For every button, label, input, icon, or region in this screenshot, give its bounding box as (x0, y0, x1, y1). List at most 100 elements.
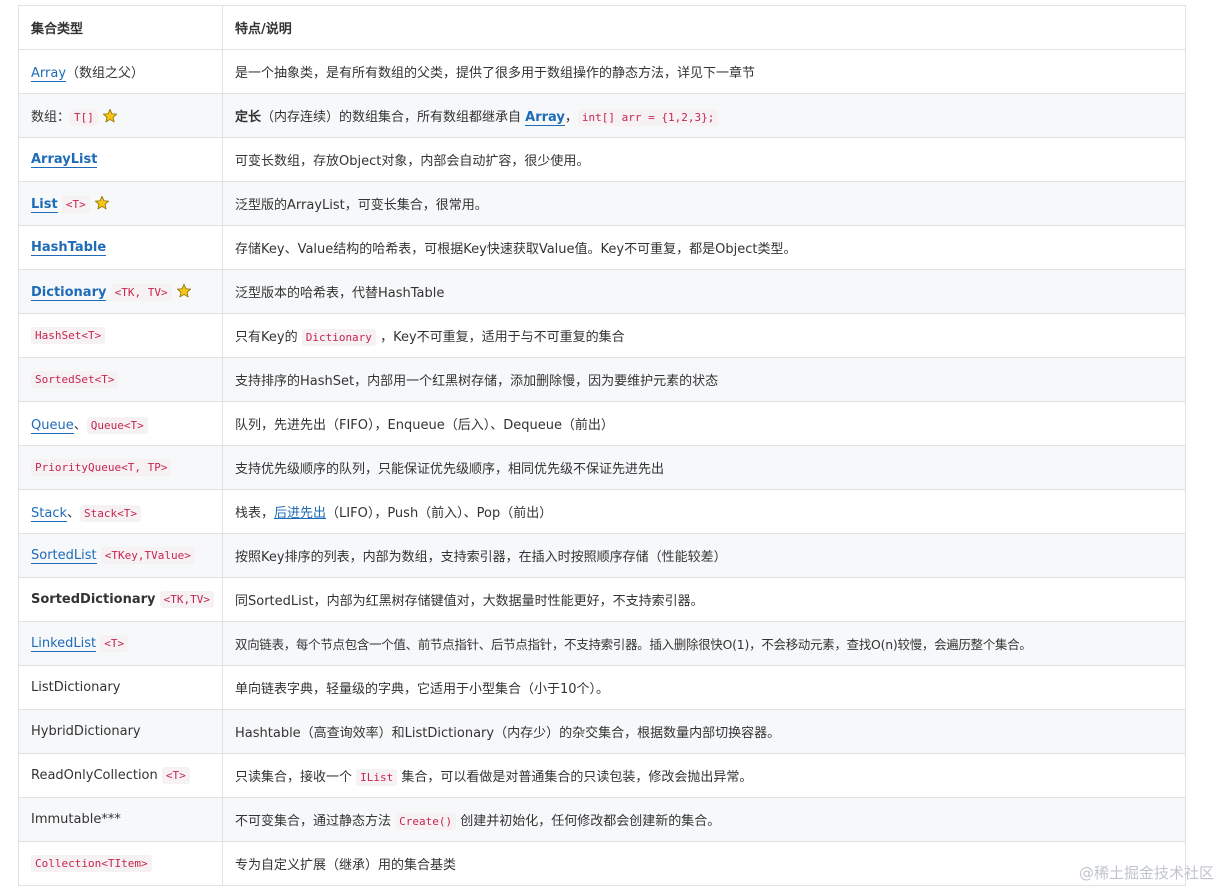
type-cell: LinkedList <T> (18, 621, 223, 666)
desc-code: int[] arr = {1,2,3}; (577, 109, 719, 126)
desc-text: （LIFO），Push（前入）、Pop（前出） (326, 506, 553, 521)
type-cell: Queue、 Queue<T> (18, 401, 223, 446)
desc-cell: 支持排序的HashSet，内部用一个红黑树存储，添加删除慢，因为要维护元素的状态 (222, 357, 1186, 402)
type-cell: ArrayList (18, 137, 223, 182)
desc-text: 创建并初始化，任何修改都会创建新的集合。 (456, 814, 721, 829)
desc-code: Create() (395, 813, 457, 830)
desc-text: （内存连续）的数组集合，所有数组都继承自 (261, 110, 526, 125)
linkedlist-link[interactable]: LinkedList (31, 636, 97, 652)
sortedlist-link[interactable]: SortedList (31, 548, 97, 564)
desc-cell: 只有Key的 Dictionary ，Key不可重复，适用于与不可重复的集合 (222, 313, 1186, 358)
type-code: Queue<T> (86, 417, 148, 434)
table-row: Dictionary <TK, TV> 泛型版本的哈希表，代替HashTable (18, 269, 1186, 314)
type-code: <TK, TV> (110, 284, 172, 301)
desc-text: 只有Key的 (235, 330, 302, 345)
array-inline-link[interactable]: Array (525, 110, 565, 126)
desc-cell: 可变长数组，存放Object对象，内部会自动扩容，很少使用。 (222, 137, 1186, 182)
type-cell: SortedDictionary <TK,TV> (18, 577, 223, 622)
watermark: @稀土掘金技术社区 (1078, 864, 1214, 882)
type-code: <T> (161, 767, 190, 784)
desc-text: 栈表， (235, 506, 275, 521)
desc-text: 不可变集合，通过静态方法 (235, 814, 396, 829)
desc-cell: 专为自定义扩展（继承）用的集合基类 (222, 841, 1186, 886)
desc-cell: 按照Key排序的列表，内部为数组，支持索引器，在插入时按照顺序存储（性能较差） (222, 533, 1186, 578)
table-row: SortedSet<T> 支持排序的HashSet，内部用一个红黑树存储，添加删… (18, 357, 1186, 402)
header-description: 特点/说明 (222, 5, 1186, 50)
type-cell: HashTable (18, 225, 223, 270)
table-row: Queue、 Queue<T> 队列，先进先出（FIFO），Enqueue（后入）… (18, 401, 1186, 446)
type-cell: Immutable*** (18, 797, 223, 842)
table-row: ReadOnlyCollection <T> 只读集合，接收一个 IList 集… (18, 753, 1186, 798)
type-cell: Array（数组之父） (18, 49, 223, 94)
type-cell: List <T> (18, 181, 223, 226)
type-cell: PriorityQueue<T, TP> (18, 445, 223, 490)
star-icon (176, 283, 191, 298)
desc-cell: 泛型版本的哈希表，代替HashTable (222, 269, 1186, 314)
type-cell: HybridDictionary (18, 709, 223, 754)
desc-sep: ， (564, 110, 578, 125)
desc-cell: 是一个抽象类，是有所有数组的父类，提供了很多用于数组操作的静态方法，详见下一章节 (222, 49, 1186, 94)
dictionary-link[interactable]: Dictionary (31, 285, 107, 301)
type-code: <TK,TV> (159, 591, 215, 608)
hashtable-link[interactable]: HashTable (31, 240, 107, 256)
star-icon (102, 108, 117, 123)
desc-cell: 不可变集合，通过静态方法 Create() 创建并初始化，任何修改都会创建新的集… (222, 797, 1186, 842)
desc-cell: 泛型版的ArrayList，可变长集合，很常用。 (222, 181, 1186, 226)
type-cell: HashSet<T> (18, 313, 223, 358)
desc-cell: 只读集合，接收一个 IList 集合，可以看做是对普通集合的只读包装，修改会抛出… (222, 753, 1186, 798)
desc-cell: 同SortedList，内部为红黑树存储键值对，大数据量时性能更好，不支持索引器… (222, 577, 1186, 622)
table-row: SortedDictionary <TK,TV> 同SortedList，内部为… (18, 577, 1186, 622)
table-row: ListDictionary 单向链表字典，轻量级的字典，它适用于小型集合（小于… (18, 665, 1186, 710)
type-code: T[] (70, 109, 98, 126)
desc-text: 集合，可以看做是对普通集合的只读包装，修改会抛出异常。 (397, 770, 753, 785)
list-link[interactable]: List (31, 197, 58, 213)
desc-cell: 存储Key、Value结构的哈希表，可根据Key快速获取Value值。Key不可… (222, 225, 1186, 270)
table-row: Array（数组之父） 是一个抽象类，是有所有数组的父类，提供了很多用于数组操作… (18, 49, 1186, 94)
type-cell: Collection<TItem> (18, 841, 223, 886)
desc-cell: 栈表，后进先出（LIFO），Push（前入）、Pop（前出） (222, 489, 1186, 534)
type-code: <T> (61, 196, 90, 213)
type-code: Stack<T> (80, 505, 141, 522)
table-row: Stack、 Stack<T> 栈表，后进先出（LIFO），Push（前入）、Po… (18, 489, 1186, 534)
array-link[interactable]: Array (31, 66, 67, 82)
type-cell: 数组： T[] (18, 93, 223, 138)
queue-link[interactable]: Queue (31, 418, 74, 434)
desc-text: 只读集合，接收一个 (235, 770, 357, 785)
desc-cell: Hashtable（高查询效率）和ListDictionary（内存少）的杂交集… (222, 709, 1186, 754)
stack-link[interactable]: Stack (31, 506, 67, 522)
desc-code: IList (356, 769, 398, 786)
table-row: List <T> 泛型版的ArrayList，可变长集合，很常用。 (18, 181, 1186, 226)
type-code: HashSet<T> (31, 327, 106, 344)
table-row: PriorityQueue<T, TP> 支持优先级顺序的队列，只能保证优先级顺… (18, 445, 1186, 490)
desc-code: Dictionary (301, 329, 376, 346)
type-name: SortedDictionary (31, 592, 156, 607)
type-sep: 、 (67, 506, 81, 521)
type-cell: Dictionary <TK, TV> (18, 269, 223, 314)
type-code: PriorityQueue<T, TP> (31, 459, 172, 476)
type-cell: Stack、 Stack<T> (18, 489, 223, 534)
table-row: LinkedList <T> 双向链表，每个节点包含一个值、前节点指针、后节点指… (18, 621, 1186, 666)
collections-table: 集合类型 特点/说明 Array（数组之父） 是一个抽象类，是有所有数组的父类，… (18, 5, 1186, 886)
lifo-link[interactable]: 后进先出 (274, 506, 326, 521)
desc-text: ，Key不可重复，适用于与不可重复的集合 (375, 330, 625, 345)
desc-cell: 单向链表字典，轻量级的字典，它适用于小型集合（小于10个）。 (222, 665, 1186, 710)
desc-cell: 队列，先进先出（FIFO），Enqueue（后入）、Dequeue（前出） (222, 401, 1186, 446)
type-prefix: 数组： (31, 110, 71, 125)
table-row: Collection<TItem> 专为自定义扩展（继承）用的集合基类 (18, 841, 1186, 886)
type-code: <T> (100, 635, 129, 652)
table-row: ArrayList 可变长数组，存放Object对象，内部会自动扩容，很少使用。 (18, 137, 1186, 182)
desc-bold: 定长 (235, 110, 262, 125)
type-name: ReadOnlyCollection (31, 768, 158, 783)
star-icon (94, 195, 109, 210)
type-cell: SortedSet<T> (18, 357, 223, 402)
header-collection-type: 集合类型 (18, 5, 223, 50)
arraylist-link[interactable]: ArrayList (31, 152, 98, 168)
type-cell: ReadOnlyCollection <T> (18, 753, 223, 798)
table-row: HybridDictionary Hashtable（高查询效率）和ListDi… (18, 709, 1186, 754)
type-cell: ListDictionary (18, 665, 223, 710)
table-row: 数组： T[] 定长（内存连续）的数组集合，所有数组都继承自 Array， int[… (18, 93, 1186, 138)
type-code: SortedSet<T> (31, 371, 119, 388)
type-sep: 、 (73, 418, 87, 433)
type-code: Collection<TItem> (31, 855, 152, 872)
table-row: HashSet<T> 只有Key的 Dictionary ，Key不可重复，适用… (18, 313, 1186, 358)
